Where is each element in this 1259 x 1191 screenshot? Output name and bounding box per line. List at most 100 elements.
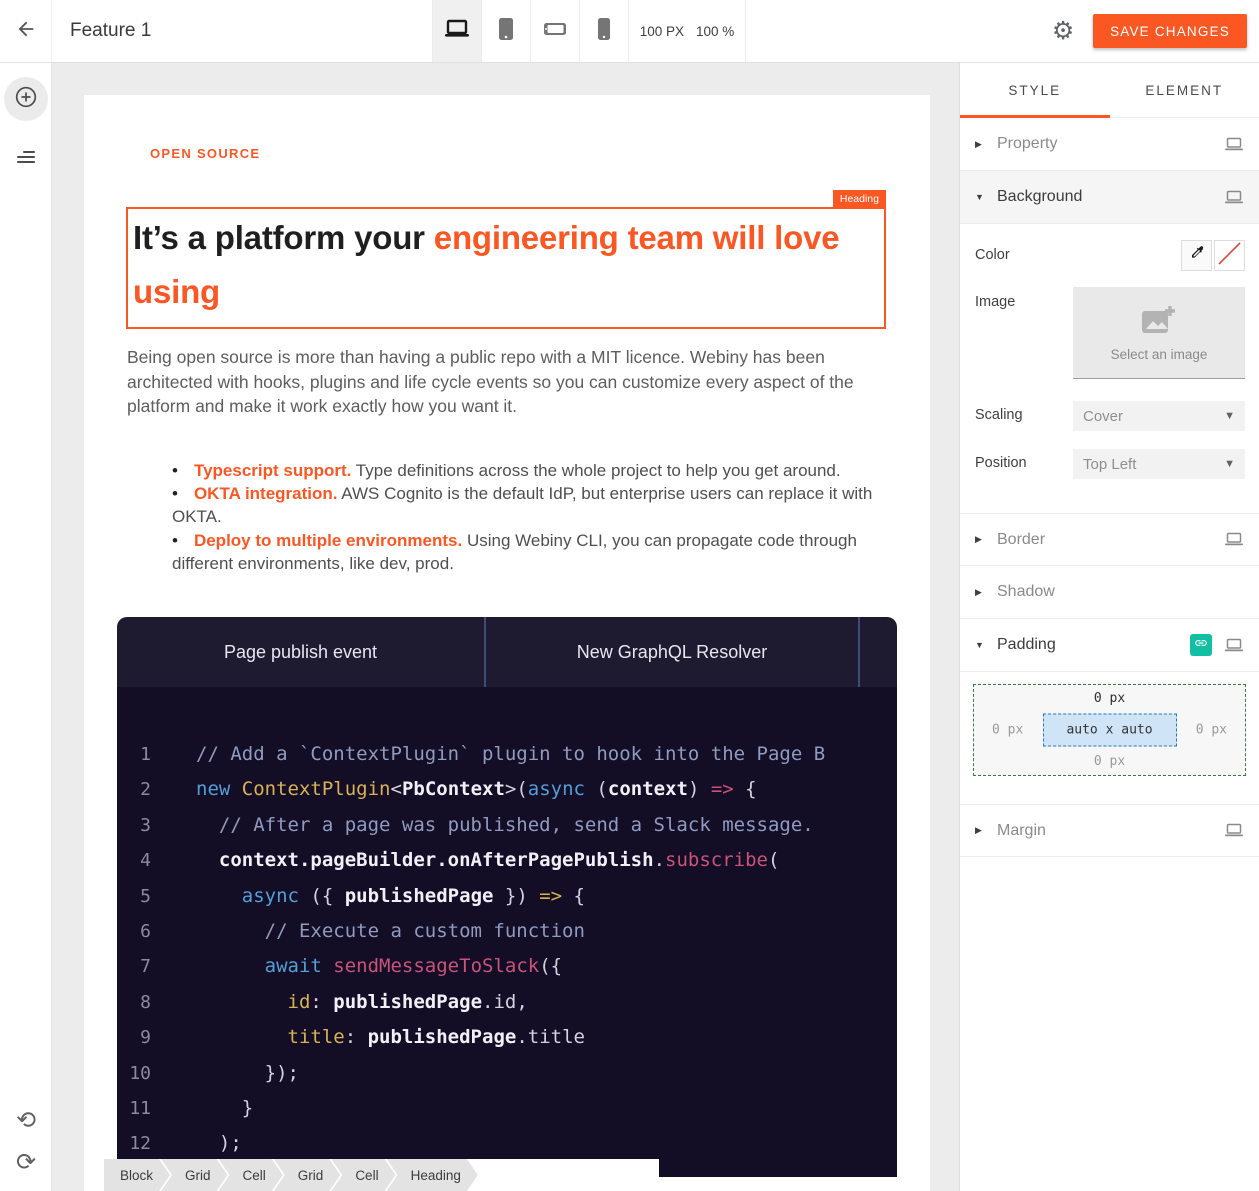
code-line: 11 }: [117, 1091, 897, 1126]
section-border[interactable]: ▶ Border: [960, 513, 1259, 566]
code-line: 7 await sendMessageToSlack({: [117, 949, 897, 984]
section-padding[interactable]: ▼ Padding: [960, 619, 1259, 672]
desktop-scope-icon[interactable]: [1224, 638, 1244, 653]
settings-button[interactable]: ⚙: [1041, 9, 1085, 53]
code-line: 1// Add a `ContextPlugin` plugin to hook…: [117, 737, 897, 772]
tab-element[interactable]: ELEMENT: [1110, 63, 1259, 117]
breadcrumb-cell-4[interactable]: Cell: [331, 1159, 395, 1191]
heading-plain: It’s a platform your: [133, 219, 434, 256]
section-property[interactable]: ▶ Property: [960, 118, 1259, 171]
color-picker-button[interactable]: [1181, 240, 1212, 271]
code-snippet-image[interactable]: Page publish event New GraphQL Resolver …: [117, 617, 897, 1177]
padding-bottom-value[interactable]: 0 px: [974, 754, 1245, 769]
desktop-icon: [444, 18, 470, 45]
chevron-down-icon: ▼: [975, 640, 985, 650]
select-image-hint: Select an image: [1111, 347, 1208, 362]
code-tab-graphql: New GraphQL Resolver: [486, 617, 858, 687]
desktop-scope-icon[interactable]: [1224, 137, 1244, 152]
section-background[interactable]: ▼ Background: [960, 171, 1259, 224]
padding-right-value[interactable]: 0 px: [1196, 723, 1227, 738]
navigator-icon: [17, 151, 35, 163]
desktop-scope-icon[interactable]: [1224, 190, 1244, 205]
viewport-width: 100 PX: [640, 24, 684, 39]
code-line: 4 context.pageBuilder.onAfterPagePublish…: [117, 843, 897, 878]
selection-tag: Heading: [833, 190, 886, 209]
image-plus-icon: [1139, 304, 1179, 341]
position-value: Top Left: [1083, 456, 1136, 473]
kicker-text[interactable]: OPEN SOURCE: [150, 146, 260, 161]
breadcrumb-cell-2[interactable]: Cell: [219, 1159, 283, 1191]
style-panel: STYLE ELEMENT ▶ Property ▼ Background Co…: [959, 63, 1259, 1191]
device-desktop-button[interactable]: [433, 0, 482, 62]
section-margin[interactable]: ▶ Margin: [960, 804, 1259, 857]
section-label: Margin: [997, 822, 1212, 840]
device-mobile-button[interactable]: [580, 0, 629, 62]
back-button[interactable]: [0, 0, 52, 62]
breadcrumb-grid-3[interactable]: Grid: [274, 1159, 341, 1191]
page-document[interactable]: OPEN SOURCE Heading It’s a platform your…: [84, 95, 930, 1191]
no-color-swatch[interactable]: [1214, 240, 1245, 271]
tab-style[interactable]: STYLE: [960, 63, 1110, 117]
feature-list-item[interactable]: •OKTA integration. AWS Cognito is the de…: [172, 482, 888, 528]
redo-icon: ⟳: [16, 1148, 36, 1177]
redo-button[interactable]: ⟳: [13, 1149, 39, 1175]
breadcrumb-grid-1[interactable]: Grid: [161, 1159, 228, 1191]
link-icon: [1194, 636, 1208, 655]
scaling-value: Cover: [1083, 408, 1123, 425]
tablet-icon: [496, 17, 516, 46]
code-listing: 1// Add a `ContextPlugin` plugin to hook…: [117, 687, 897, 1177]
device-preview-group: [432, 0, 629, 62]
panel-tab-bar: STYLE ELEMENT: [960, 63, 1259, 118]
device-mobile-landscape-button[interactable]: [531, 0, 580, 62]
feature-list-item[interactable]: •Deploy to multiple environments. Using …: [172, 529, 888, 575]
zoom-level: 100 %: [696, 24, 734, 39]
chevron-right-icon: ▶: [975, 139, 985, 150]
position-select[interactable]: Top Left ▼: [1073, 449, 1245, 479]
code-line: 9 title: publishedPage.title: [117, 1020, 897, 1055]
breadcrumb-block-0[interactable]: Block: [104, 1159, 170, 1191]
eyedropper-icon: [1189, 245, 1205, 266]
feature-list-item[interactable]: •Typescript support. Type definitions ac…: [172, 459, 888, 482]
scaling-select[interactable]: Cover ▼: [1073, 401, 1245, 431]
back-arrow-icon: [15, 18, 37, 45]
desktop-scope-icon[interactable]: [1224, 823, 1244, 838]
breadcrumb-heading-5[interactable]: Heading: [387, 1159, 478, 1191]
select-image-dropzone[interactable]: Select an image: [1073, 287, 1245, 379]
section-shadow[interactable]: ▶ Shadow: [960, 566, 1259, 619]
heading-text: It’s a platform your engineering team wi…: [133, 211, 879, 319]
background-settings: Color Image: [960, 224, 1259, 513]
section-label: Padding: [997, 636, 1178, 654]
undo-icon: ⟲: [16, 1106, 36, 1135]
image-label: Image: [975, 287, 1073, 379]
mobile-icon: [597, 17, 611, 46]
desktop-scope-icon[interactable]: [1224, 532, 1244, 547]
caret-down-icon: ▼: [1224, 458, 1235, 470]
code-line: 5 async ({ publishedPage }) => {: [117, 879, 897, 914]
navigator-button[interactable]: [0, 145, 52, 169]
page-title: Feature 1: [52, 20, 432, 42]
section-label: Border: [997, 531, 1212, 549]
gear-icon: ⚙: [1052, 16, 1074, 46]
save-changes-button[interactable]: SAVE CHANGES: [1093, 14, 1247, 48]
add-element-button[interactable]: [4, 77, 48, 121]
section-label: Property: [997, 135, 1212, 153]
position-label: Position: [975, 449, 1073, 479]
device-tablet-button[interactable]: [482, 0, 531, 62]
link-values-button[interactable]: [1190, 634, 1212, 656]
chevron-right-icon: ▶: [975, 587, 985, 598]
undo-button[interactable]: ⟲: [13, 1107, 39, 1133]
selected-heading-block[interactable]: Heading It’s a platform your engineering…: [126, 207, 886, 329]
code-line: 10 });: [117, 1056, 897, 1091]
code-tab-page-publish: Page publish event: [117, 617, 484, 687]
padding-size-box[interactable]: auto x auto: [1043, 714, 1177, 747]
chevron-right-icon: ▶: [975, 534, 985, 545]
no-color-icon: [1216, 240, 1243, 272]
plus-circle-icon: [14, 85, 38, 114]
feature-list[interactable]: •Typescript support. Type definitions ac…: [172, 459, 888, 575]
padding-left-value[interactable]: 0 px: [992, 723, 1023, 738]
padding-top-value[interactable]: 0 px: [974, 691, 1245, 706]
intro-paragraph[interactable]: Being open source is more than having a …: [127, 345, 885, 419]
code-line: 12 );: [117, 1126, 897, 1161]
section-label: Shadow: [997, 583, 1244, 601]
code-tab-partial: [860, 617, 897, 687]
